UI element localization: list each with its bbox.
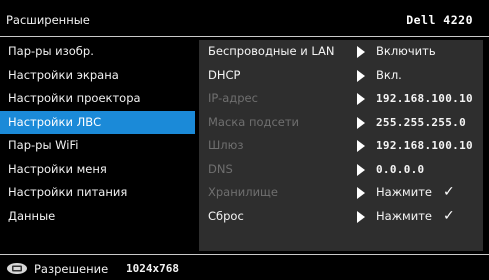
- menu-item-projector-settings[interactable]: Настройки проектора: [0, 87, 195, 111]
- arrow-right-icon: [357, 210, 365, 223]
- row-value: 192.168.100.10: [376, 139, 473, 152]
- row-label: Маска подсети: [208, 114, 300, 129]
- resolution-label: Разрешение: [34, 262, 109, 276]
- left-menu: Пар-ры изобр. Настройки экрана Настройки…: [0, 40, 195, 228]
- row-value: 192.168.100.10: [376, 92, 473, 105]
- status-bar: Разрешение 1024x768: [0, 258, 489, 280]
- row-ip-address: IP-адрес 192.168.100.10: [199, 87, 483, 111]
- menu-item-power-settings[interactable]: Настройки питания: [0, 181, 195, 205]
- row-label: DNS: [208, 161, 233, 176]
- menu-item-wifi-settings[interactable]: Пар-ры WiFi: [0, 134, 195, 158]
- row-store[interactable]: Хранилище Нажмите ✓: [199, 181, 483, 205]
- row-gateway: Шлюз 192.168.100.10: [199, 134, 483, 158]
- menu-item-display-settings[interactable]: Настройки экрана: [0, 64, 195, 88]
- check-icon: ✓: [443, 207, 455, 224]
- arrow-right-icon: [357, 93, 365, 105]
- row-reset[interactable]: Сброс Нажмите ✓: [199, 205, 483, 229]
- arrow-right-icon: [357, 116, 365, 129]
- menu-title: Расширенные: [6, 13, 90, 27]
- row-label: IP-адрес: [208, 91, 258, 105]
- arrow-right-icon: [357, 46, 365, 58]
- row-label: Сброс: [208, 208, 244, 223]
- arrow-right-icon: [357, 163, 365, 176]
- check-icon: ✓: [443, 184, 455, 200]
- menu-item-information[interactable]: Данные: [0, 205, 195, 229]
- bottom-divider: [0, 254, 489, 255]
- model-name: Dell 4220: [406, 13, 473, 27]
- settings-panel: Беспроводные и LAN Включить DHCP Вкл. IP…: [199, 40, 483, 251]
- header-bar: Расширенные Dell 4220: [0, 0, 489, 40]
- row-value: Включить: [376, 44, 436, 58]
- row-value: Вкл.: [376, 67, 402, 82]
- menu-item-lan-settings[interactable]: Настройки ЛВС: [0, 110, 195, 134]
- menu-item-menu-settings[interactable]: Настройки меня: [0, 158, 195, 182]
- menu-item-image-settings[interactable]: Пар-ры изобр.: [0, 40, 195, 64]
- top-divider: [0, 36, 489, 37]
- row-label: DHCP: [208, 67, 241, 82]
- row-subnet-mask: Маска подсети 255.255.255.0: [199, 111, 483, 135]
- row-value: Нажмите: [376, 185, 432, 199]
- row-dhcp[interactable]: DHCP Вкл.: [199, 64, 483, 88]
- row-dns: DNS 0.0.0.0: [199, 158, 483, 182]
- arrow-right-icon: [357, 140, 365, 152]
- arrow-right-icon: [357, 69, 365, 82]
- row-wireless-lan[interactable]: Беспроводные и LAN Включить: [199, 40, 483, 64]
- row-value: 0.0.0.0: [376, 162, 425, 176]
- signal-source-icon: [7, 263, 27, 274]
- row-label: Хранилище: [208, 185, 278, 199]
- row-value: 255.255.255.0: [376, 115, 466, 129]
- resolution-value: 1024x768: [126, 262, 179, 275]
- row-value: Нажмите: [376, 208, 432, 223]
- row-label: Беспроводные и LAN: [208, 44, 335, 58]
- arrow-right-icon: [357, 187, 365, 199]
- row-label: Шлюз: [208, 138, 244, 152]
